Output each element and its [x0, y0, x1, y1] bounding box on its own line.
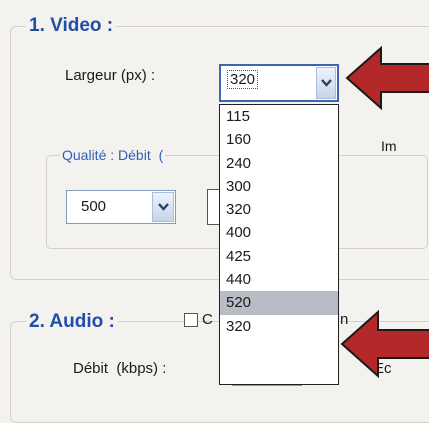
dropdown-option[interactable]: 440: [220, 268, 338, 291]
audio-group-title: 2. Audio :: [26, 311, 118, 333]
audio-checkbox-suffix: C: [202, 311, 213, 328]
bitrate-combobox[interactable]: 500: [66, 190, 176, 224]
bitrate-combobox-value: 500: [81, 198, 107, 215]
dropdown-option-highlighted[interactable]: 520: [220, 291, 338, 315]
dropdown-option[interactable]: 400: [220, 221, 338, 244]
dropdown-option[interactable]: 240: [220, 152, 338, 175]
dropdown-option[interactable]: 115: [220, 105, 338, 128]
chevron-down-icon[interactable]: [316, 67, 336, 99]
quality-title: Qualité : Débit (: [60, 146, 166, 164]
dropdown-option[interactable]: 425: [220, 245, 338, 268]
width-combobox[interactable]: 320: [219, 64, 339, 102]
dropdown-option[interactable]: 300: [220, 175, 338, 198]
width-combobox-value: 320: [227, 70, 259, 89]
video-group-title: 1. Video :: [26, 15, 117, 37]
quality-title-text: Qualité : Débit: [62, 147, 151, 163]
audio-checkbox[interactable]: [184, 313, 198, 327]
chevron-down-icon[interactable]: [152, 192, 174, 222]
quality-title-suffix: (: [158, 147, 164, 163]
audio-bitrate-label: Débit (kbps) :: [73, 360, 167, 377]
red-arrow-icon: [340, 309, 429, 378]
dropdown-option[interactable]: 320: [220, 198, 338, 221]
dropdown-option[interactable]: 160: [220, 128, 338, 151]
width-dropdown-list[interactable]: 115 160 240 300 320 400 425 440 520 320: [219, 104, 339, 385]
dropdown-option[interactable]: 320: [220, 315, 338, 338]
width-label: Largeur (px) :: [65, 67, 156, 84]
red-arrow-icon: [345, 45, 429, 111]
video-right-truncated-label: Im: [381, 138, 397, 154]
